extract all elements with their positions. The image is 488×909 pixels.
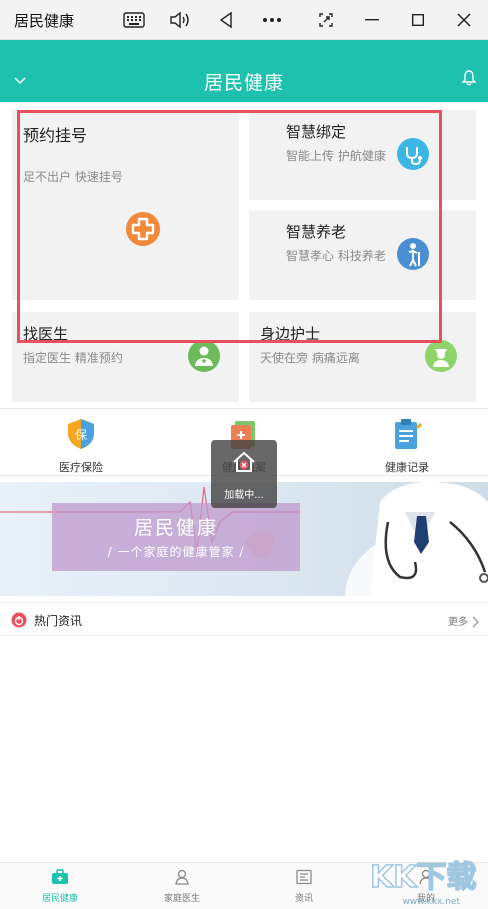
service-card-smart-elderly-care[interactable]: 智慧养老 智慧孝心 科技养老: [249, 210, 476, 300]
bell-icon[interactable]: [461, 70, 477, 90]
service-card-nurse[interactable]: 身边护士 天使在旁 病痛远离: [249, 312, 476, 402]
volume-icon[interactable]: [160, 4, 200, 36]
svg-text:保: 保: [75, 428, 87, 442]
nav-item-resident-health[interactable]: 居民健康: [20, 869, 100, 904]
window-title: 居民健康: [14, 12, 75, 30]
service-card-smart-binding[interactable]: 智慧绑定 智能上传 护航健康: [249, 110, 476, 200]
insurance-shield-icon: 保: [64, 419, 98, 455]
home-error-icon: [232, 450, 256, 478]
family-doctor-icon: [173, 869, 191, 889]
watermark-logo: KK下载: [369, 859, 477, 896]
elderly-icon: [397, 238, 429, 274]
chevron-right-icon[interactable]: [472, 613, 480, 632]
hot-news-title: 热门资讯: [34, 614, 83, 628]
more-link[interactable]: 更多: [448, 613, 468, 628]
stethoscope-icon: [397, 138, 429, 174]
service-subtitle: 指定医生 精准预约: [23, 351, 123, 365]
screenshot-icon[interactable]: [306, 4, 346, 36]
maximize-icon[interactable]: [398, 4, 438, 36]
shortcut-medical-insurance[interactable]: 保 医疗保险: [21, 417, 141, 475]
service-subtitle: 智能上传 护航健康: [286, 149, 386, 163]
banner-subtitle: / 一个家庭的健康管家 /: [107, 545, 245, 559]
watermark-url: www.kkx.net: [402, 897, 461, 907]
minimize-icon[interactable]: [352, 4, 392, 36]
close-icon[interactable]: [444, 4, 484, 36]
nav-item-family-doctor[interactable]: 家庭医生: [142, 869, 222, 904]
nav-label: 资讯: [294, 894, 313, 904]
more-label: 更多: [448, 617, 468, 628]
service-subtitle: 天使在旁 病痛远离: [260, 351, 360, 365]
nav-label: 家庭医生: [163, 894, 200, 904]
service-title: 找医生: [23, 325, 69, 343]
banner-text-box: 居民健康 / 一个家庭的健康管家 /: [52, 503, 300, 571]
news-icon: [295, 869, 313, 889]
service-card-find-doctor[interactable]: 找医生 指定医生 精准预约: [12, 312, 239, 402]
app-header: 居民健康: [0, 40, 488, 102]
keyboard-icon[interactable]: [114, 4, 154, 36]
doctor-icon: [188, 340, 220, 376]
shortcut-label: 健康记录: [385, 461, 429, 474]
banner-title: 居民健康: [133, 517, 218, 539]
health-record-icon: [390, 419, 424, 455]
more-options-icon[interactable]: [252, 4, 292, 36]
hot-news-icon: [11, 612, 27, 632]
hospital-cross-icon: [125, 211, 161, 251]
service-subtitle: 足不出户 快速挂号: [23, 170, 123, 184]
hot-news-header: 热门资讯 更多: [0, 602, 488, 636]
service-title: 预约挂号: [23, 126, 88, 145]
shortcut-label: 医疗保险: [59, 461, 103, 474]
service-title: 智慧绑定: [286, 123, 347, 141]
nurse-icon: [425, 340, 457, 376]
watermark: KK下载 www.kkx.net: [369, 852, 488, 909]
service-subtitle: 智慧孝心 科技养老: [286, 249, 386, 263]
service-card-appointment[interactable]: 预约挂号 足不出户 快速挂号: [12, 110, 239, 300]
medkit-icon: [51, 869, 69, 889]
page-title: 居民健康: [203, 72, 284, 94]
toast-text: 加载中...: [224, 490, 264, 501]
service-title: 智慧养老: [286, 223, 347, 241]
nav-label: 居民健康: [41, 894, 78, 904]
back-icon[interactable]: [206, 4, 246, 36]
window-titlebar: 居民健康: [0, 0, 488, 40]
service-title: 身边护士: [260, 325, 321, 343]
loading-toast: 加载中...: [211, 440, 277, 508]
shortcut-health-record[interactable]: 健康记录: [347, 417, 467, 475]
nav-item-news[interactable]: 资讯: [264, 869, 344, 904]
